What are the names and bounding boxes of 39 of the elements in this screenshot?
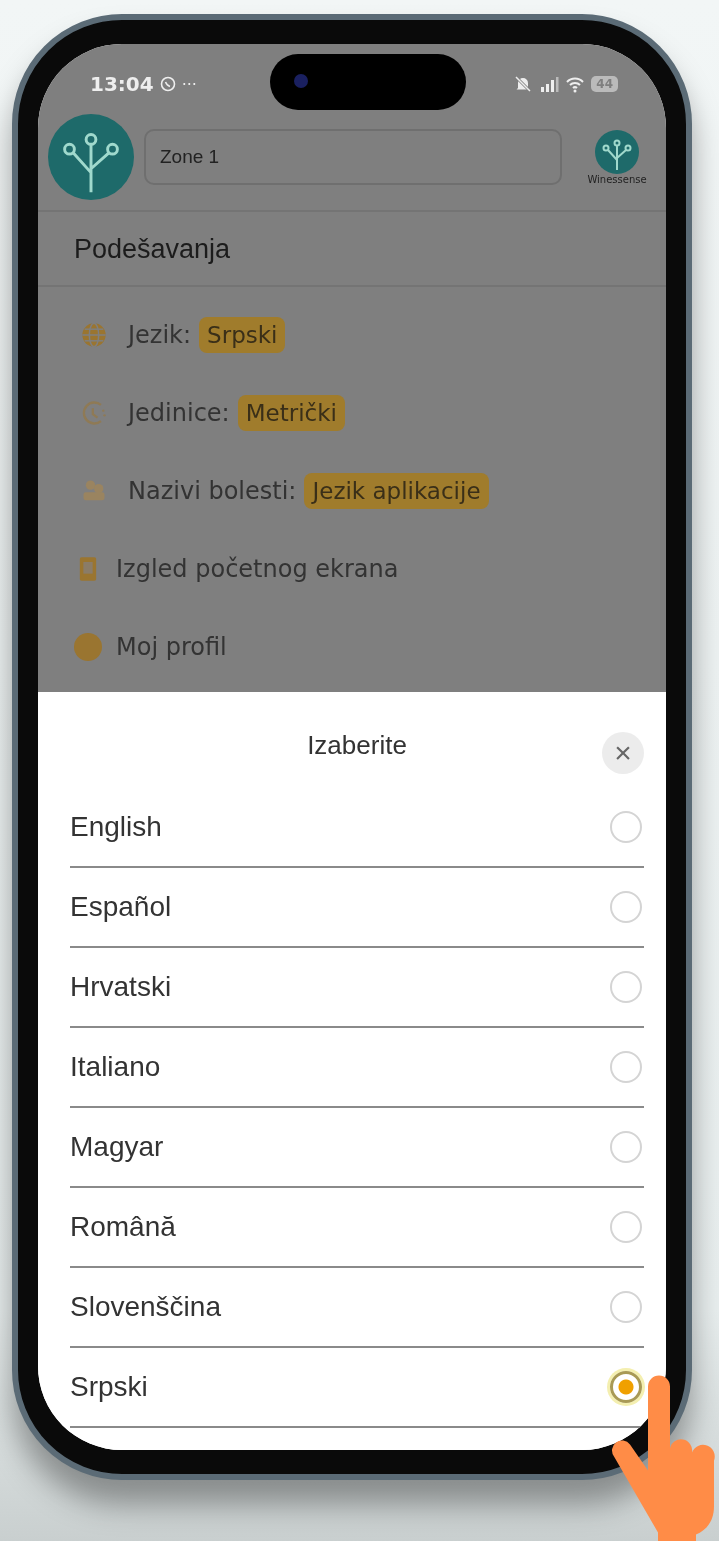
radio-button[interactable]	[610, 1291, 642, 1323]
language-option[interactable]: Srpski	[70, 1371, 148, 1403]
chat-icon	[159, 76, 176, 92]
radio-button[interactable]	[610, 1371, 642, 1403]
globe-icon	[80, 321, 108, 349]
radio-button[interactable]	[610, 971, 642, 1003]
battery-indicator: 44	[591, 76, 618, 92]
signal-icon	[539, 74, 560, 94]
setting-label[interactable]: Jezik:	[128, 321, 192, 349]
radio-button[interactable]	[610, 891, 642, 923]
status-more: ···	[181, 74, 197, 94]
language-option[interactable]: Español	[70, 891, 172, 923]
setting-label[interactable]: Moj profil	[116, 633, 227, 661]
page-title: Podešavanja	[38, 212, 666, 287]
setting-value[interactable]: Jezik aplikacije	[304, 473, 489, 509]
radio-button[interactable]	[610, 811, 642, 843]
setting-value[interactable]: Srpski	[199, 317, 286, 353]
language-option[interactable]: Hrvatski	[70, 971, 172, 1003]
tree-logo-icon	[595, 129, 639, 174]
sheet-title: Izaberite	[307, 729, 407, 761]
language-option[interactable]: Italiano	[70, 1051, 161, 1083]
setting-value[interactable]: Metrički	[237, 395, 345, 431]
radio-button[interactable]	[610, 1131, 642, 1163]
muted-bell-icon	[513, 74, 534, 94]
radio-button[interactable]	[610, 1211, 642, 1243]
close-button[interactable]: ×	[602, 732, 644, 774]
tree-logo-icon[interactable]	[48, 114, 134, 200]
clock-icon	[80, 399, 108, 427]
language-option[interactable]: English	[70, 811, 162, 843]
status-time: 13:04	[90, 72, 154, 96]
setting-label[interactable]: Nazivi bolesti:	[128, 477, 297, 505]
radio-button[interactable]	[610, 1051, 642, 1083]
brand-label: Winessense	[587, 173, 647, 185]
language-option[interactable]: Română	[70, 1211, 176, 1243]
setting-label[interactable]: Jedinice:	[128, 399, 230, 427]
setting-label[interactable]: Izgled početnog ekrana	[116, 555, 399, 583]
zone-field[interactable]: Zone 1	[144, 129, 562, 185]
language-option[interactable]: Slovenščina	[70, 1291, 221, 1323]
language-option[interactable]: Magyar	[70, 1131, 164, 1163]
